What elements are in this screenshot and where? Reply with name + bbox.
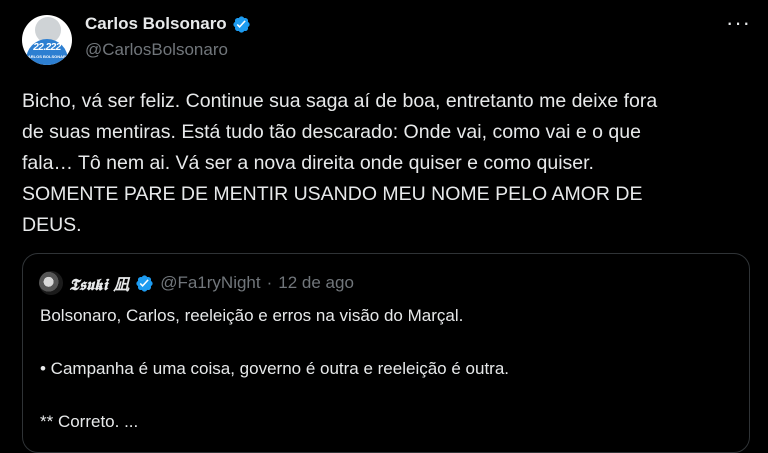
quoted-line: Bolsonaro, Carlos, reeleição e erros na … <box>40 306 464 325</box>
tweet-line: Bicho, vá ser feliz. Continue sua saga a… <box>22 90 658 112</box>
quoted-separator: · <box>266 273 273 292</box>
author-display-name[interactable]: Carlos Bolsonaro <box>85 14 227 34</box>
tweet-line: de suas mentiras. Está tudo tão descarad… <box>22 121 641 143</box>
more-options-icon[interactable]: ··· <box>726 12 751 34</box>
quoted-line: ** Correto. ... <box>40 412 139 431</box>
quoted-line: • Campanha é uma coisa, governo é outra … <box>40 359 510 378</box>
quoted-handle: @Fa1ryNight <box>160 273 261 292</box>
tweet-line: fala… Tô nem ai. Vá ser a nova direita o… <box>22 152 594 174</box>
tweet-line: DEUS. <box>22 214 82 236</box>
avatar-number: 22.222 <box>33 42 61 53</box>
author-avatar[interactable]: 22.222 CARLOS BOLSONARO <box>22 15 72 65</box>
quoted-date: 12 de ago <box>278 273 354 292</box>
avatar-caption: CARLOS BOLSONARO <box>25 54 69 59</box>
author-name-row: Carlos Bolsonaro <box>85 14 251 34</box>
tweet-text: Bicho, vá ser feliz. Continue sua saga a… <box>22 86 712 241</box>
tweet-line: SOMENTE PARE DE MENTIR USANDO MEU NOME P… <box>22 183 643 205</box>
quoted-header: 𝕿𝖘𝖚𝖐𝖎 凪 @Fa1ryNight · 12 de ago <box>39 271 354 295</box>
author-handle[interactable]: @CarlosBolsonaro <box>85 40 228 60</box>
verified-badge-icon <box>233 15 250 33</box>
quoted-display-name: 𝕿𝖘𝖚𝖐𝖎 凪 <box>69 275 130 294</box>
quoted-avatar <box>39 271 63 295</box>
quoted-tweet-card[interactable]: 𝕿𝖘𝖚𝖐𝖎 凪 @Fa1ryNight · 12 de ago Bolsonar… <box>22 253 750 453</box>
verified-badge-icon <box>136 274 153 292</box>
